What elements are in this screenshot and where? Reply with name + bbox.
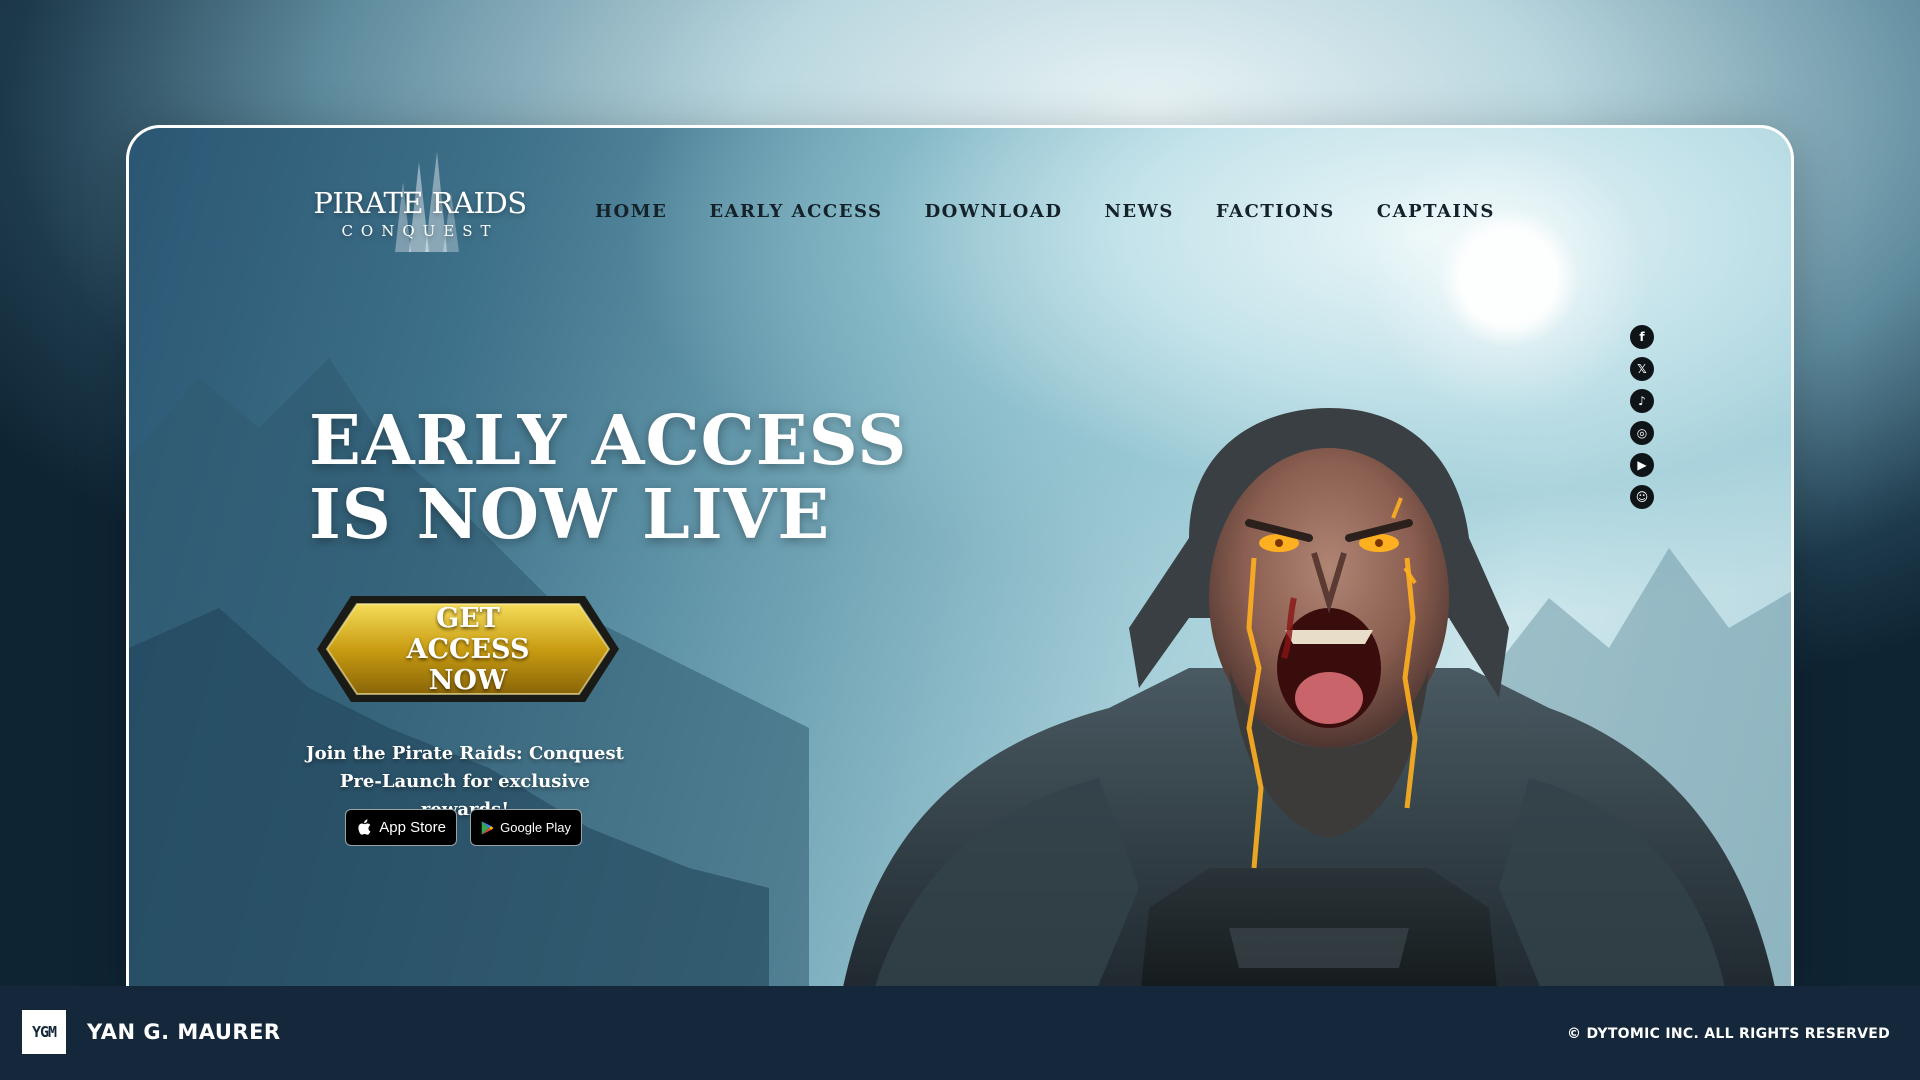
logo-title: PIRATE RAIDS — [313, 186, 527, 220]
google-play-label: Google Play — [500, 820, 571, 835]
social-links: f 𝕏 ♪ ◎ ▶ ☺ — [1630, 325, 1654, 509]
google-play-button[interactable]: Google Play — [470, 809, 582, 846]
hero-title-line1: EARLY ACCESS — [309, 401, 908, 481]
footer: YGM YAN G. MAURER © DYTOMIC INC. ALL RIG… — [0, 986, 1920, 1080]
tiktok-icon[interactable]: ♪ — [1630, 389, 1654, 413]
app-store-label: App Store — [379, 819, 446, 836]
get-access-label: GET ACCESS NOW — [406, 602, 530, 696]
x-icon[interactable]: 𝕏 — [1630, 357, 1654, 381]
google-play-icon — [481, 820, 494, 835]
game-logo[interactable]: PIRATE RAIDS CONQUEST — [305, 152, 535, 262]
hero-title-line2: IS NOW LIVE — [309, 475, 831, 555]
nav-download[interactable]: DOWNLOAD — [925, 201, 1063, 222]
nav-news[interactable]: NEWS — [1104, 201, 1173, 222]
apple-icon — [358, 818, 371, 835]
copyright-text: © DYTOMIC INC. ALL RIGHTS RESERVED — [1567, 1026, 1890, 1042]
author-name: YAN G. MAURER — [87, 1020, 281, 1044]
nav-captains[interactable]: CAPTAINS — [1377, 201, 1495, 222]
get-access-button[interactable]: GET ACCESS NOW — [313, 592, 623, 706]
hero-title: EARLY ACCESS IS NOW LIVE — [309, 404, 907, 552]
author-logo: YGM — [22, 1010, 66, 1054]
main-nav: HOME EARLY ACCESS DOWNLOAD NEWS FACTIONS… — [595, 201, 1495, 222]
youtube-icon[interactable]: ▶ — [1630, 453, 1654, 477]
app-store-button[interactable]: App Store — [345, 809, 457, 846]
nav-home[interactable]: HOME — [595, 201, 667, 222]
nav-factions[interactable]: FACTIONS — [1216, 201, 1335, 222]
facebook-icon[interactable]: f — [1630, 325, 1654, 349]
logo-subtitle: CONQUEST — [341, 222, 499, 240]
discord-icon[interactable]: ☺ — [1630, 485, 1654, 509]
nav-early-access[interactable]: EARLY ACCESS — [709, 201, 882, 222]
instagram-icon[interactable]: ◎ — [1630, 421, 1654, 445]
hero-frame: PIRATE RAIDS CONQUEST HOME EARLY ACCESS … — [126, 125, 1794, 1005]
store-buttons: App Store Google Play — [345, 809, 582, 846]
